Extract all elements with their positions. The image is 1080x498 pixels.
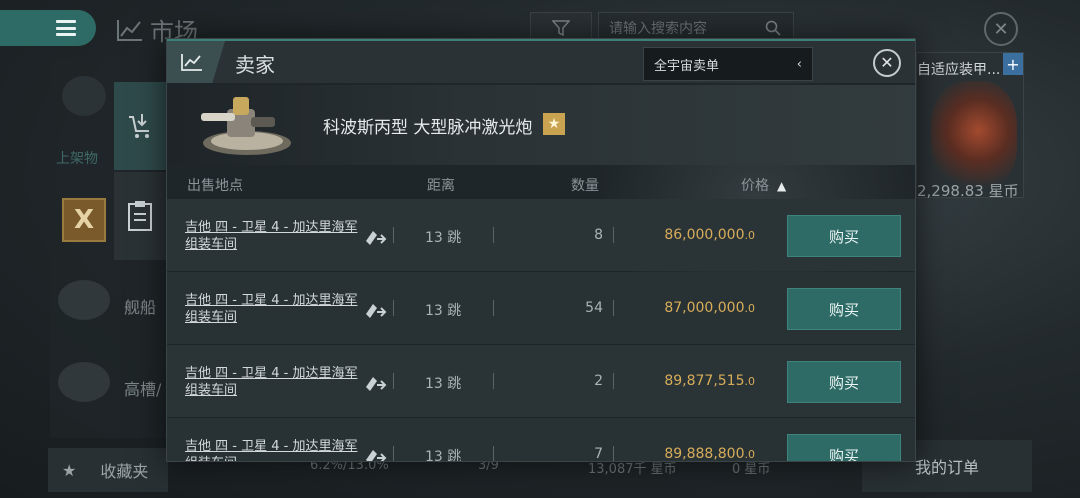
divider [393,300,394,316]
item-banner: 科波斯丙型 大型脉冲激光炮 ★ [167,85,915,165]
divider [393,446,394,461]
sort-ascending-icon: ▲ [777,179,787,193]
row-price-value: 87,000,000 [664,300,745,316]
item-card-title: 自适应装甲... [917,62,1001,78]
close-icon[interactable]: ✕ [873,49,901,77]
search-placeholder: 请输入搜索内容 [609,21,707,37]
row-quantity: 8 [594,227,603,243]
divider [613,300,614,316]
row-price-decimal: .0 [744,375,756,388]
buy-button[interactable]: 购买 [787,215,901,257]
add-icon[interactable]: + [1003,53,1023,75]
item-name: 科波斯丙型 大型脉冲激光炮 [323,118,533,138]
star-icon[interactable]: ★ [543,113,565,135]
sellers-dialog: 卖家 全宇宙卖单 ‹ ✕ 科波斯丙型 大型脉冲激光炮 ★ 出售地点 距离 数量 … [166,38,916,462]
divider [493,446,494,461]
favorites-label: 收藏夹 [100,462,149,481]
close-icon[interactable]: ✕ [984,12,1018,46]
clipboard-icon [128,201,152,231]
divider [613,227,614,243]
module-icon [58,362,110,402]
row-price-decimal: .0 [744,229,756,242]
divider [613,373,614,389]
route-icon[interactable] [363,446,387,462]
ship-icon [58,280,110,320]
row-price-value: 89,888,800 [664,446,745,462]
row-price: 87,000,000.0 [637,300,755,316]
divider [613,446,614,461]
buy-tab-icon [129,114,149,138]
table-row: 吉他 四 - 卫星 4 - 加达里海军 组装车间 13 跳 7 89,888,8… [167,418,915,462]
divider [493,373,494,389]
item-thumbnail [201,97,291,155]
divider [493,227,494,243]
column-price-label: 价格 [741,178,769,194]
item-card[interactable]: 自适应装甲... + 2,298.83 星币 [916,52,1024,200]
buy-button[interactable]: 购买 [787,434,901,461]
favorites-button[interactable]: ★ 收藏夹 [48,448,168,492]
buy-tab[interactable] [114,82,166,170]
region-select[interactable]: 全宇宙卖单 ‹ [643,47,813,81]
route-icon[interactable] [363,373,387,393]
column-price[interactable]: 价格 ▲ [741,175,786,195]
row-distance: 13 跳 [425,303,462,319]
table-row: 吉他 四 - 卫星 4 - 加达里海军 组装车间 13 跳 54 87,000,… [167,272,915,344]
region-select-value: 全宇宙卖单 [654,58,720,74]
row-price: 86,000,000.0 [637,227,755,243]
divider [393,227,394,243]
table-header: 出售地点 距离 数量 价格 ▲ [167,173,915,197]
route-icon[interactable] [363,227,387,247]
row-price: 89,888,800.0 [637,446,756,462]
table-row: 吉他 四 - 卫星 4 - 加达里海军 组装车间 13 跳 2 89,877,5… [167,345,915,417]
filter-icon [552,20,570,37]
dialog-header: 卖家 全宇宙卖单 ‹ ✕ [167,39,915,83]
menu-icon [56,20,76,36]
row-distance: 13 跳 [425,449,462,462]
row-price-decimal: .0 [744,448,756,461]
buy-button[interactable]: 购买 [787,288,901,330]
chevron-left-icon: ‹ [796,56,802,72]
row-price-decimal: .0 [744,302,756,315]
item-card-image [931,81,1017,191]
row-price: 89,877,515.0 [637,373,755,389]
route-icon[interactable] [363,300,387,320]
row-quantity: 2 [594,373,603,389]
list-icon[interactable] [62,76,106,116]
chart-icon [167,41,225,83]
orders-tab[interactable] [114,172,166,260]
column-quantity[interactable]: 数量 [571,175,599,195]
row-location[interactable]: 吉他 四 - 卫星 4 - 加达里海军 组装车间 [185,365,365,399]
search-icon [765,20,781,36]
sell-orders-list: 吉他 四 - 卫星 4 - 加达里海军 组装车间 13 跳 8 86,000,0… [167,199,915,462]
row-distance: 13 跳 [425,376,462,392]
divider [493,300,494,316]
table-row: 吉他 四 - 卫星 4 - 加达里海军 组装车间 13 跳 8 86,000,0… [167,199,915,271]
star-icon: ★ [62,460,77,480]
column-distance[interactable]: 距离 [427,175,455,195]
item-card-price: 2,298.83 星币 [917,182,1019,200]
row-distance: 13 跳 [425,230,462,246]
column-location[interactable]: 出售地点 [187,175,243,195]
row-location[interactable]: 吉他 四 - 卫星 4 - 加达里海军 组装车间 [185,292,365,326]
menu-button[interactable] [0,10,96,46]
row-quantity: 7 [594,446,603,462]
category-highslot[interactable]: 高槽/ [124,376,161,400]
buy-button[interactable]: 购买 [787,361,901,403]
chart-icon [117,19,142,41]
category-tab[interactable]: 上架物 [56,148,98,168]
row-price-value: 89,877,515 [664,373,745,389]
row-price-value: 86,000,000 [664,227,745,243]
item-icon[interactable]: X [62,198,106,242]
dialog-title: 卖家 [235,53,275,77]
row-location[interactable]: 吉他 四 - 卫星 4 - 加达里海军 组装车间 [185,438,365,461]
row-location[interactable]: 吉他 四 - 卫星 4 - 加达里海军 组装车间 [185,219,365,253]
row-quantity: 54 [585,300,603,316]
category-ships[interactable]: 舰船 [124,294,156,318]
divider [393,373,394,389]
